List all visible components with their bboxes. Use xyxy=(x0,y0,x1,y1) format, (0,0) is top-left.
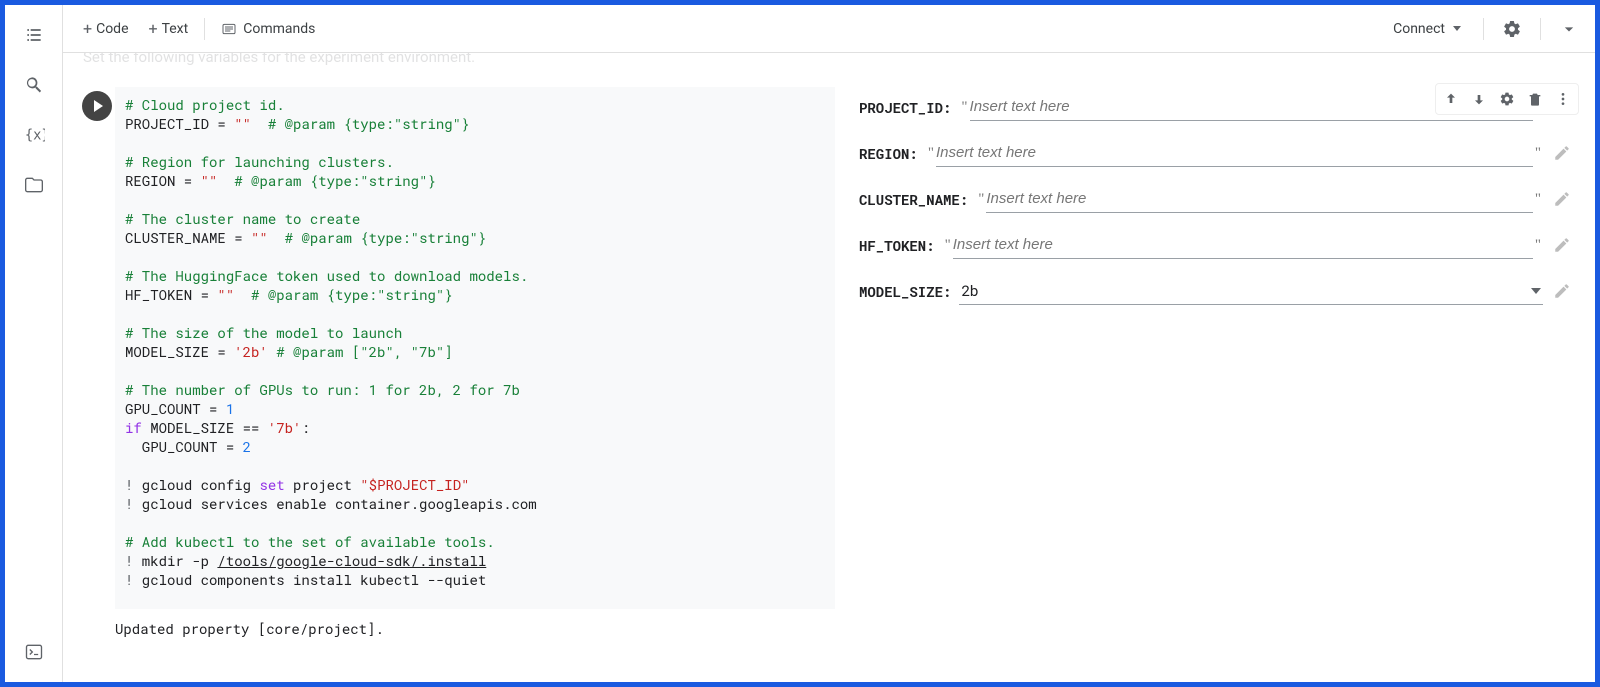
top-toolbar: +Code +Text Commands Connect xyxy=(63,5,1595,53)
param-row: CLUSTER_NAME:"" xyxy=(859,185,1575,213)
param-row: MODEL_SIZE: 2b xyxy=(859,277,1575,305)
settings-button[interactable] xyxy=(1496,13,1528,45)
param-row: REGION:"" xyxy=(859,139,1575,167)
connect-label: Connect xyxy=(1393,21,1445,37)
notebook-content: Set the following variables for the expe… xyxy=(63,53,1595,682)
add-text-button[interactable]: +Text xyxy=(139,15,199,42)
add-text-label: Text xyxy=(162,21,189,37)
edit-param-icon[interactable] xyxy=(1549,232,1575,258)
cell-output: Updated property [core/project]. xyxy=(115,619,1579,638)
edit-param-icon[interactable] xyxy=(1549,278,1575,304)
edit-param-icon[interactable] xyxy=(1549,140,1575,166)
param-label: MODEL_SIZE: xyxy=(859,282,951,301)
cell-move-up-button[interactable] xyxy=(1438,86,1464,112)
chevron-down-icon xyxy=(1531,288,1541,294)
svg-text:{x}: {x} xyxy=(24,128,44,144)
terminal-icon[interactable] xyxy=(14,632,54,672)
param-input[interactable] xyxy=(953,236,1533,253)
run-gutter xyxy=(79,87,115,609)
toolbar-separator-3 xyxy=(1540,18,1541,40)
add-code-button[interactable]: +Code xyxy=(73,15,139,42)
cell-action-row xyxy=(1435,83,1579,115)
param-input[interactable] xyxy=(936,144,1533,161)
param-label: PROJECT_ID: xyxy=(859,98,951,117)
toolbar-separator xyxy=(204,18,205,40)
param-label: CLUSTER_NAME: xyxy=(859,190,968,209)
toc-icon[interactable] xyxy=(14,15,54,55)
cell-move-down-button[interactable] xyxy=(1466,86,1492,112)
param-label: REGION: xyxy=(859,144,918,163)
variables-icon[interactable]: {x} xyxy=(14,115,54,155)
param-label: HF_TOKEN: xyxy=(859,236,935,255)
commands-button[interactable]: Commands xyxy=(211,17,325,41)
param-select[interactable]: 2b xyxy=(959,277,1543,305)
add-code-label: Code xyxy=(96,21,128,37)
toolbar-separator-2 xyxy=(1483,18,1484,40)
run-cell-button[interactable] xyxy=(82,91,112,121)
params-form: PROJECT_ID:""REGION:""CLUSTER_NAME:""HF_… xyxy=(835,87,1579,609)
param-row: HF_TOKEN:"" xyxy=(859,231,1575,259)
folder-icon[interactable] xyxy=(14,165,54,205)
cell-delete-button[interactable] xyxy=(1522,86,1548,112)
expand-panel-button[interactable] xyxy=(1553,13,1585,45)
connect-button[interactable]: Connect xyxy=(1383,15,1471,43)
prior-text-cell: Set the following variables for the expe… xyxy=(83,53,475,66)
code-cell: # Cloud project id.PROJECT_ID = "" # @pa… xyxy=(79,87,1579,609)
edit-param-icon[interactable] xyxy=(1549,186,1575,212)
cell-settings-button[interactable] xyxy=(1494,86,1520,112)
chevron-down-icon xyxy=(1453,26,1461,31)
param-input[interactable] xyxy=(986,190,1533,207)
left-sidebar: {x} xyxy=(5,5,63,682)
code-editor[interactable]: # Cloud project id.PROJECT_ID = "" # @pa… xyxy=(115,87,835,609)
search-icon[interactable] xyxy=(14,65,54,105)
cell-more-button[interactable] xyxy=(1550,86,1576,112)
commands-label: Commands xyxy=(243,21,315,37)
